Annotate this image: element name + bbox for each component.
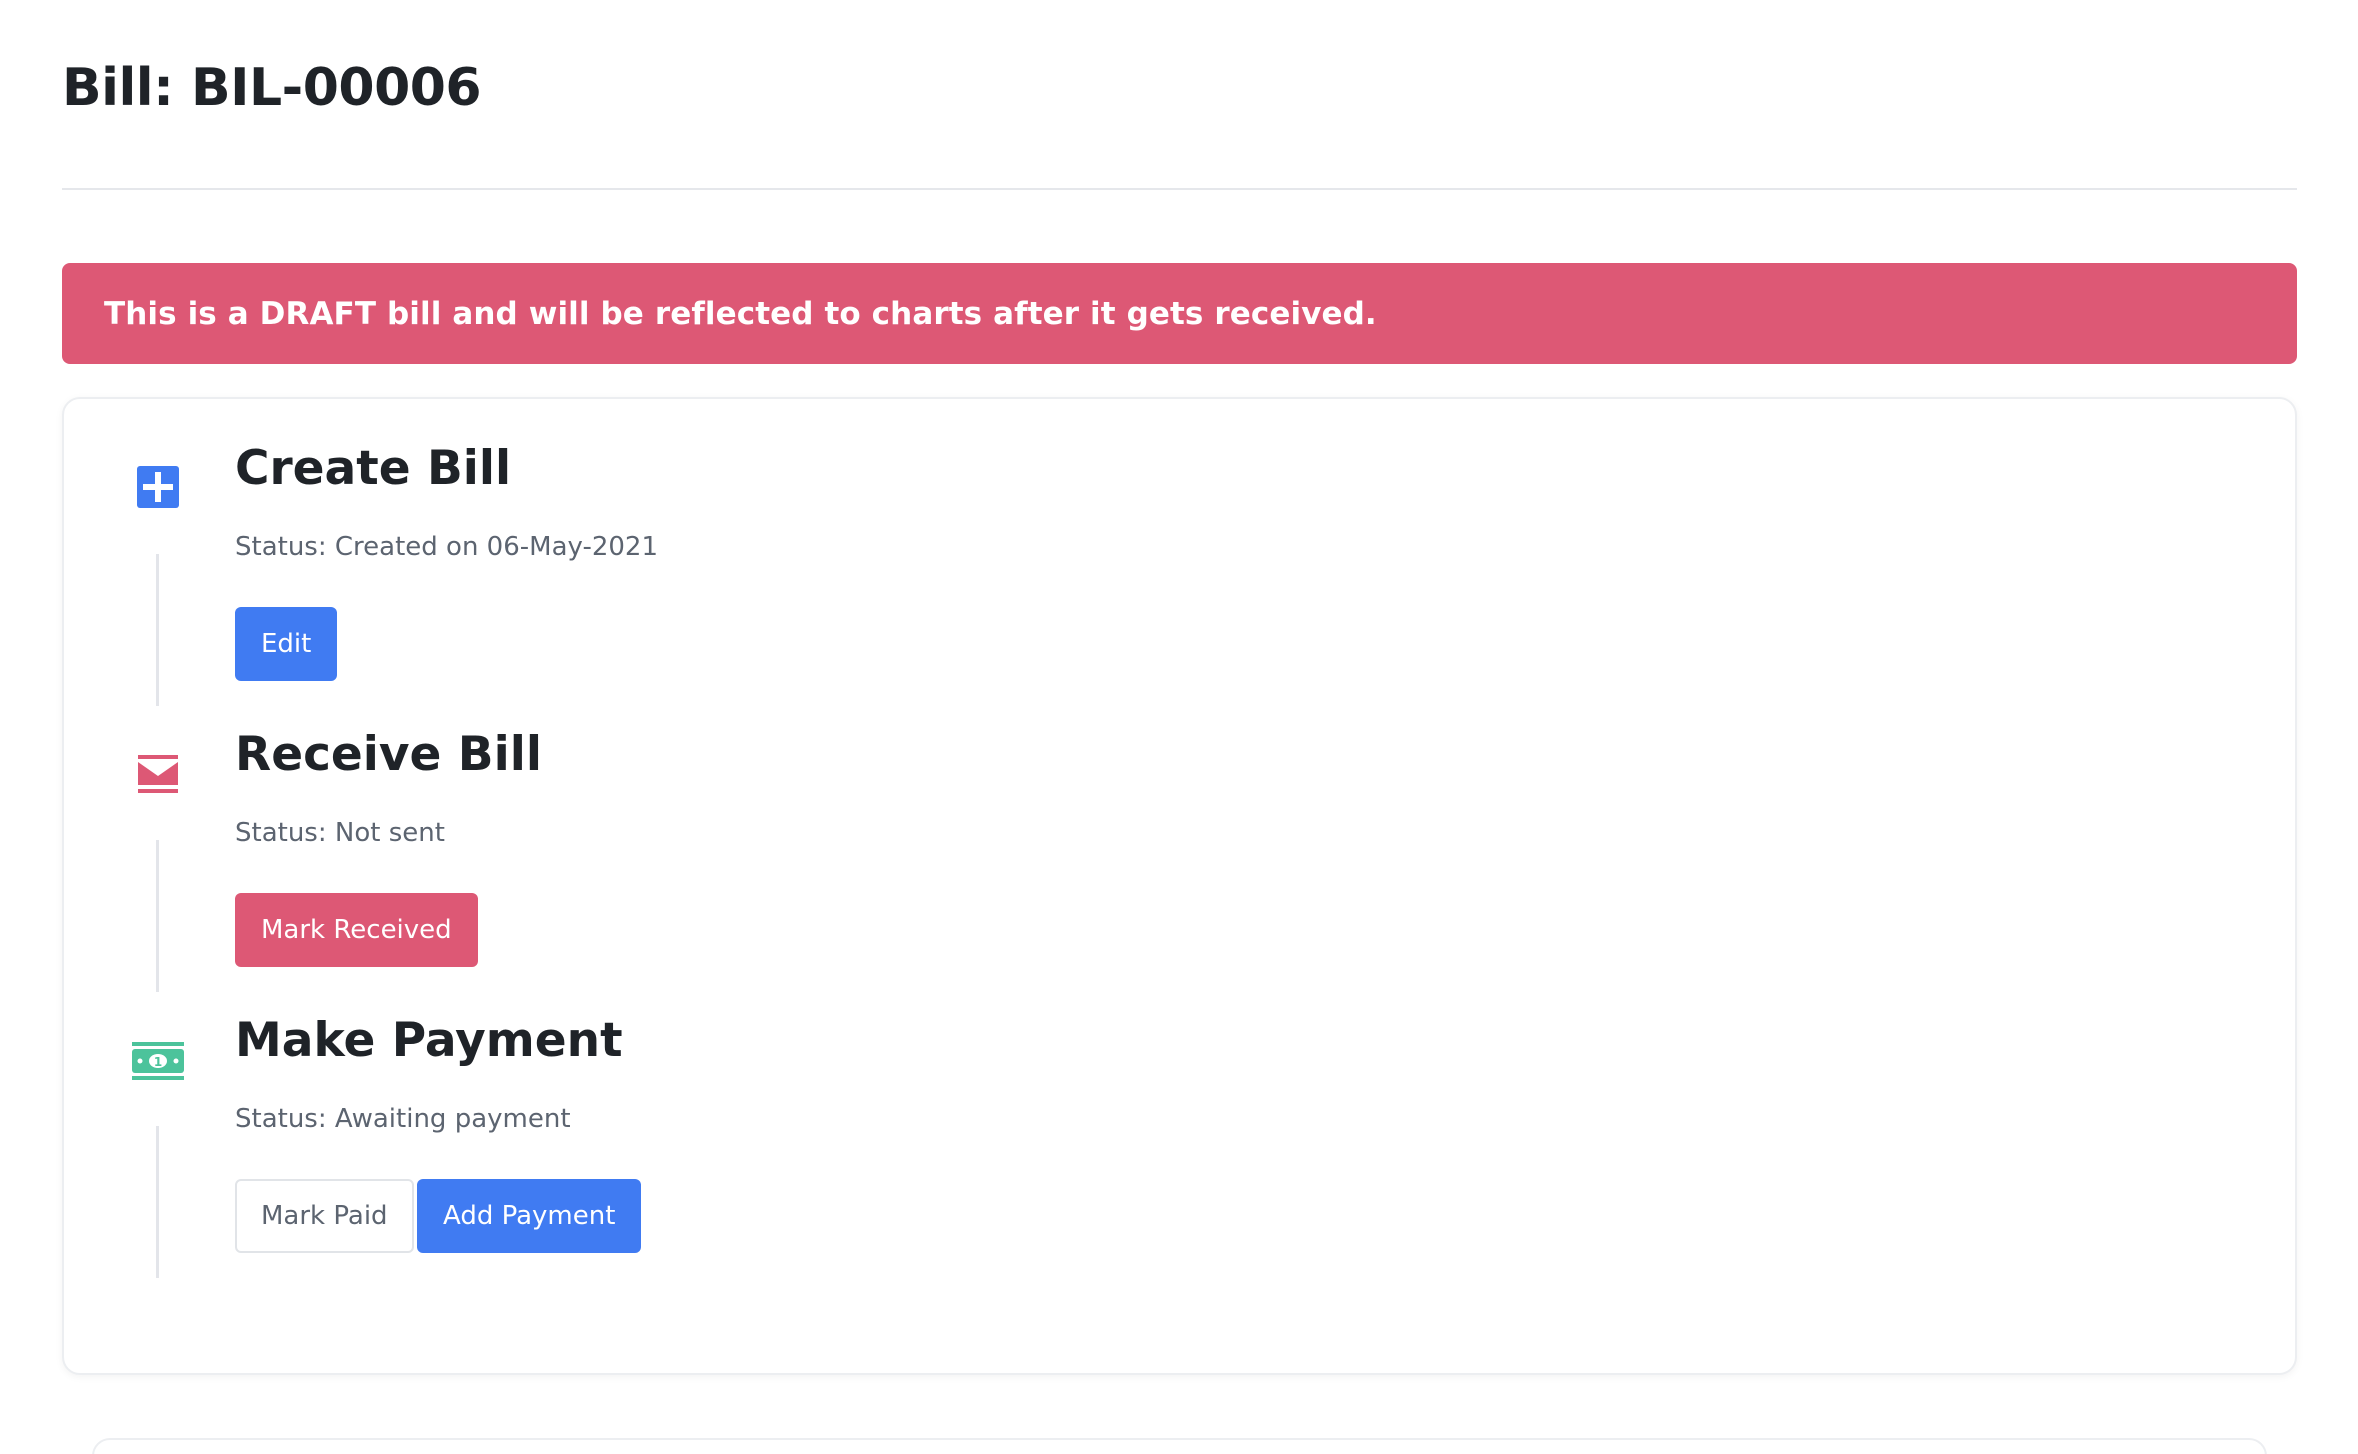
step-title: Create Bill xyxy=(235,441,512,496)
plus-square-icon xyxy=(134,463,182,511)
edit-button[interactable]: Edit xyxy=(235,607,338,681)
svg-text:1: 1 xyxy=(154,1055,162,1069)
mark-received-button[interactable]: Mark Received xyxy=(235,893,478,967)
mark-paid-button[interactable]: Mark Paid xyxy=(235,1179,414,1253)
draft-alert-text: This is a DRAFT bill and will be reflect… xyxy=(104,295,1377,332)
step-title: Make Payment xyxy=(235,1013,623,1068)
bill-timeline-card: Create Bill Status: Created on 06-May-20… xyxy=(62,397,2297,1375)
step-status: Status: Created on 06-May-2021 xyxy=(235,532,658,562)
timeline-connector xyxy=(156,554,159,706)
step-status: Status: Not sent xyxy=(235,818,445,848)
timeline-connector xyxy=(156,1126,159,1278)
header-divider xyxy=(62,188,2297,190)
draft-alert: This is a DRAFT bill and will be reflect… xyxy=(62,263,2297,364)
timeline-connector xyxy=(156,840,159,992)
money-bill-icon: 1 xyxy=(130,1036,186,1084)
envelope-icon xyxy=(134,749,182,797)
add-payment-button[interactable]: Add Payment xyxy=(417,1179,642,1253)
page-title: Bill: BIL-00006 xyxy=(62,58,482,118)
step-title: Receive Bill xyxy=(235,727,542,782)
bill-page: Bill: BIL-00006 This is a DRAFT bill and… xyxy=(0,0,2358,1454)
step-status: Status: Awaiting payment xyxy=(235,1104,571,1134)
bill-details-card xyxy=(92,1438,2267,1454)
